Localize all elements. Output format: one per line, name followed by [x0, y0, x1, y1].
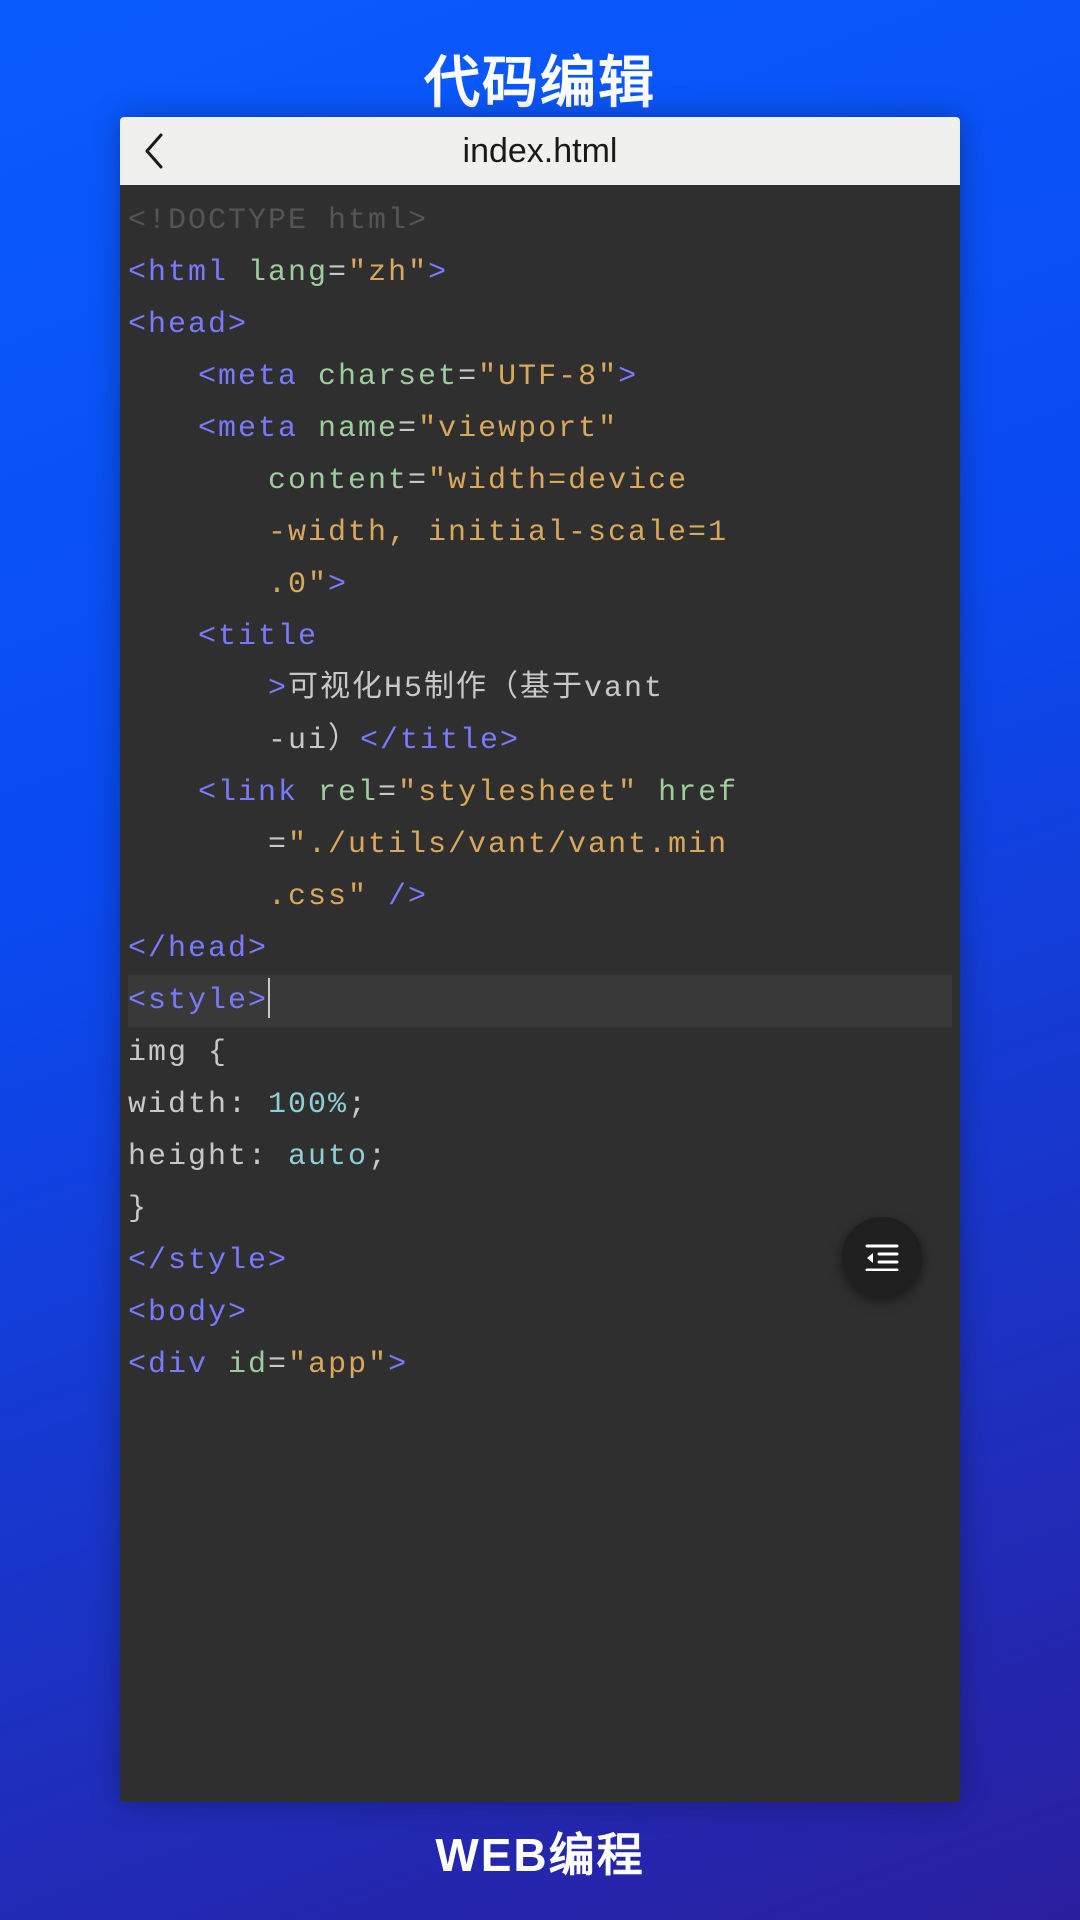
code-editor[interactable]: <!DOCTYPE html> <html lang="zh"> <head> …	[120, 185, 960, 1802]
code-line: img {	[128, 1027, 952, 1079]
code-line: -width, initial-scale=1	[128, 507, 952, 559]
text-cursor	[268, 978, 270, 1018]
code-line: <link rel="stylesheet" href	[128, 767, 952, 819]
back-button[interactable]	[120, 117, 188, 185]
editor-window: index.html <!DOCTYPE html> <html lang="z…	[120, 117, 960, 1802]
code-line: }	[128, 1183, 952, 1235]
editor-header: index.html	[120, 117, 960, 185]
code-line: ="./utils/vant/vant.min	[128, 819, 952, 871]
code-line: >可视化H5制作（基于vant	[128, 663, 952, 715]
code-line: <meta name="viewport"	[128, 403, 952, 455]
outdent-button[interactable]	[842, 1217, 922, 1297]
code-line: <body>	[128, 1287, 952, 1339]
file-title: index.html	[120, 132, 960, 171]
code-line: height: auto;	[128, 1131, 952, 1183]
code-line: <html lang="zh">	[128, 247, 952, 299]
code-line: </head>	[128, 923, 952, 975]
outdent-icon	[865, 1243, 899, 1271]
code-line: <head>	[128, 299, 952, 351]
code-line: -ui）</title>	[128, 715, 952, 767]
code-line: .0">	[128, 559, 952, 611]
code-line: content="width=device	[128, 455, 952, 507]
code-line: <meta charset="UTF-8">	[128, 351, 952, 403]
page-footer: WEB编程	[0, 1819, 1080, 1885]
code-line: <title	[128, 611, 952, 663]
code-line: <div id="app">	[128, 1339, 952, 1391]
code-line: width: 100%;	[128, 1079, 952, 1131]
chevron-left-icon	[143, 133, 165, 169]
page-title: 代码编辑	[0, 0, 1080, 119]
code-line-active: <style>	[128, 975, 952, 1027]
code-line: .css" />	[128, 871, 952, 923]
code-line: <!DOCTYPE html>	[128, 195, 952, 247]
code-line: </style>	[128, 1235, 952, 1287]
